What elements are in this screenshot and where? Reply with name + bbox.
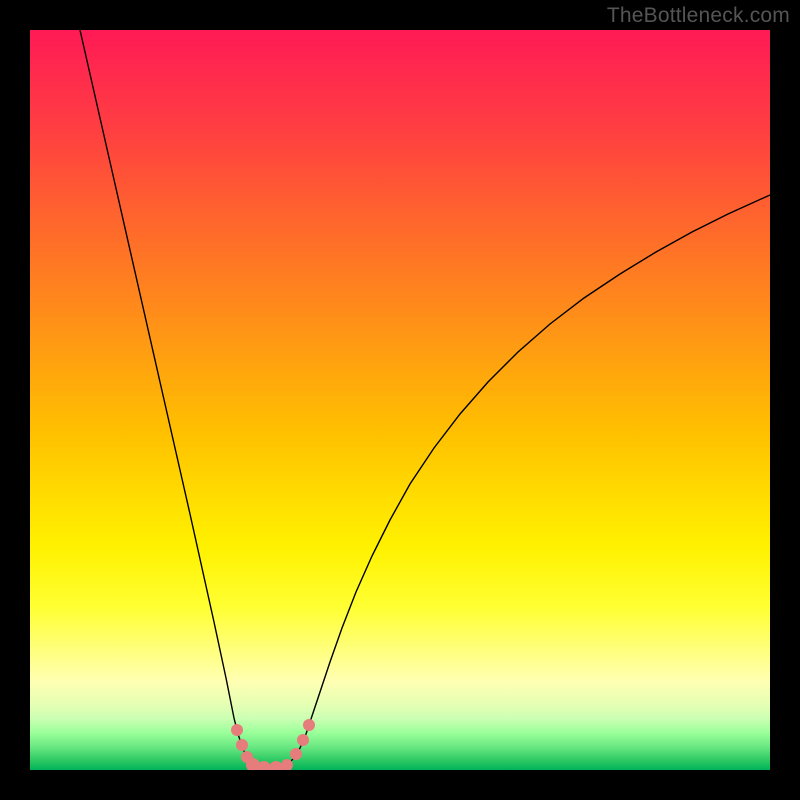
marker-group xyxy=(231,719,315,770)
bottleneck-curve-left xyxy=(80,30,274,768)
curve-marker xyxy=(269,761,283,770)
bottleneck-curve-right xyxy=(274,195,770,768)
curve-marker xyxy=(231,724,243,736)
watermark-text: TheBottleneck.com xyxy=(607,4,790,28)
bottleneck-curve-svg xyxy=(30,30,770,770)
curve-marker xyxy=(236,739,248,751)
curve-marker xyxy=(303,719,315,731)
curve-marker xyxy=(290,748,302,760)
plot-area xyxy=(30,30,770,770)
curve-marker xyxy=(297,734,309,746)
